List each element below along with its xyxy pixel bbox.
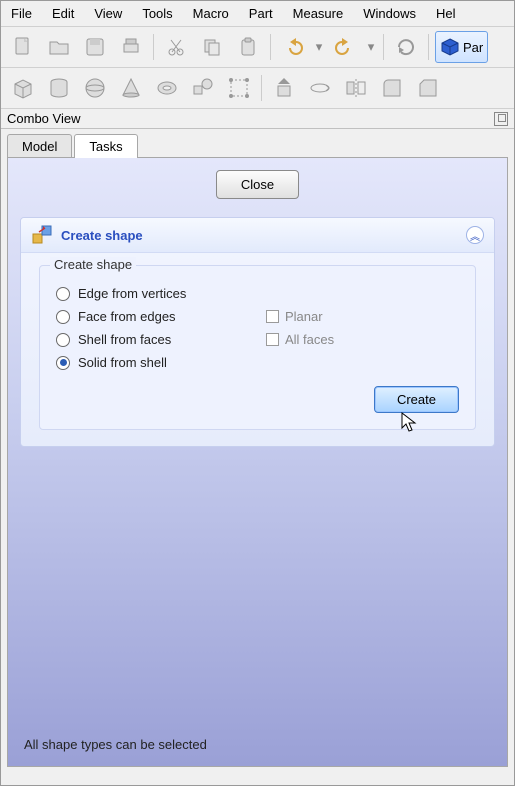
checkbox-icon: [266, 310, 279, 323]
dock-icon[interactable]: [494, 112, 508, 126]
create-button[interactable]: Create: [374, 386, 459, 413]
combo-view-title: Combo View: [7, 111, 80, 126]
option-label: Solid from shell: [78, 355, 167, 370]
undo-dropdown-icon[interactable]: ▾: [313, 31, 325, 63]
checkbox-icon: [266, 333, 279, 346]
option-face-from-edges[interactable]: Face from edges: [56, 309, 266, 324]
mirror-icon[interactable]: [340, 72, 372, 104]
menu-view[interactable]: View: [84, 3, 132, 24]
sphere-icon[interactable]: [79, 72, 111, 104]
option-label: Edge from vertices: [78, 286, 186, 301]
create-shape-icon: [31, 224, 53, 246]
toolbar-part: [1, 68, 514, 109]
option-label: Face from edges: [78, 309, 176, 324]
task-group-create-shape: Create shape ︽ Create shape Edge from ve…: [20, 217, 495, 447]
checkbox-label: All faces: [285, 332, 334, 347]
menu-macro[interactable]: Macro: [183, 3, 239, 24]
checkbox-label: Planar: [285, 309, 323, 324]
tab-tasks[interactable]: Tasks: [74, 134, 137, 158]
shapebuilder-icon[interactable]: [223, 72, 255, 104]
box-icon[interactable]: [7, 72, 39, 104]
open-file-icon[interactable]: [43, 31, 75, 63]
torus-icon[interactable]: [151, 72, 183, 104]
workbench-part-button[interactable]: Par: [435, 31, 488, 63]
checkbox-planar[interactable]: Planar: [266, 309, 323, 324]
cursor-icon: [401, 412, 419, 434]
menu-edit[interactable]: Edit: [42, 3, 84, 24]
workbench-label: Par: [463, 40, 483, 55]
toolbar-main: ▾ ▾ Par: [1, 27, 514, 68]
radio-icon: [56, 310, 70, 324]
menu-measure[interactable]: Measure: [283, 3, 354, 24]
print-icon[interactable]: [115, 31, 147, 63]
fieldset-legend: Create shape: [50, 257, 136, 272]
menu-part[interactable]: Part: [239, 3, 283, 24]
menu-tools[interactable]: Tools: [132, 3, 182, 24]
radio-icon: [56, 356, 70, 370]
save-icon[interactable]: [79, 31, 111, 63]
close-button[interactable]: Close: [216, 170, 299, 199]
fillet-icon[interactable]: [376, 72, 408, 104]
menu-file[interactable]: File: [1, 3, 42, 24]
copy-icon[interactable]: [196, 31, 228, 63]
option-label: Shell from faces: [78, 332, 171, 347]
menu-windows[interactable]: Windows: [353, 3, 426, 24]
tab-model[interactable]: Model: [7, 134, 72, 158]
redo-icon[interactable]: [329, 31, 361, 63]
task-group-header[interactable]: Create shape ︽: [21, 218, 494, 253]
cone-icon[interactable]: [115, 72, 147, 104]
cut-icon[interactable]: [160, 31, 192, 63]
revolve-icon[interactable]: [304, 72, 336, 104]
chamfer-icon[interactable]: [412, 72, 444, 104]
checkbox-all-faces[interactable]: All faces: [266, 332, 334, 347]
option-shell-from-faces[interactable]: Shell from faces: [56, 332, 266, 347]
cylinder-icon[interactable]: [43, 72, 75, 104]
tabstrip: Model Tasks: [1, 129, 514, 157]
paste-icon[interactable]: [232, 31, 264, 63]
task-panel: Close Create shape ︽ Create shape Edge f…: [7, 157, 508, 767]
extrude-icon[interactable]: [268, 72, 300, 104]
collapse-icon[interactable]: ︽: [466, 226, 484, 244]
cube-icon: [440, 37, 460, 57]
radio-icon: [56, 287, 70, 301]
option-solid-from-shell[interactable]: Solid from shell: [56, 355, 266, 370]
option-edge-from-vertices[interactable]: Edge from vertices: [56, 286, 266, 301]
menubar: File Edit View Tools Macro Part Measure …: [1, 1, 514, 27]
primitives-icon[interactable]: [187, 72, 219, 104]
menu-help[interactable]: Hel: [426, 3, 466, 24]
combo-view-titlebar: Combo View: [1, 109, 514, 129]
status-text: All shape types can be selected: [24, 737, 207, 752]
undo-icon[interactable]: [277, 31, 309, 63]
task-group-title: Create shape: [61, 228, 458, 243]
refresh-icon[interactable]: [390, 31, 422, 63]
new-file-icon[interactable]: [7, 31, 39, 63]
redo-dropdown-icon[interactable]: ▾: [365, 31, 377, 63]
create-shape-fieldset: Create shape Edge from vertices Face fro…: [39, 265, 476, 430]
radio-icon: [56, 333, 70, 347]
